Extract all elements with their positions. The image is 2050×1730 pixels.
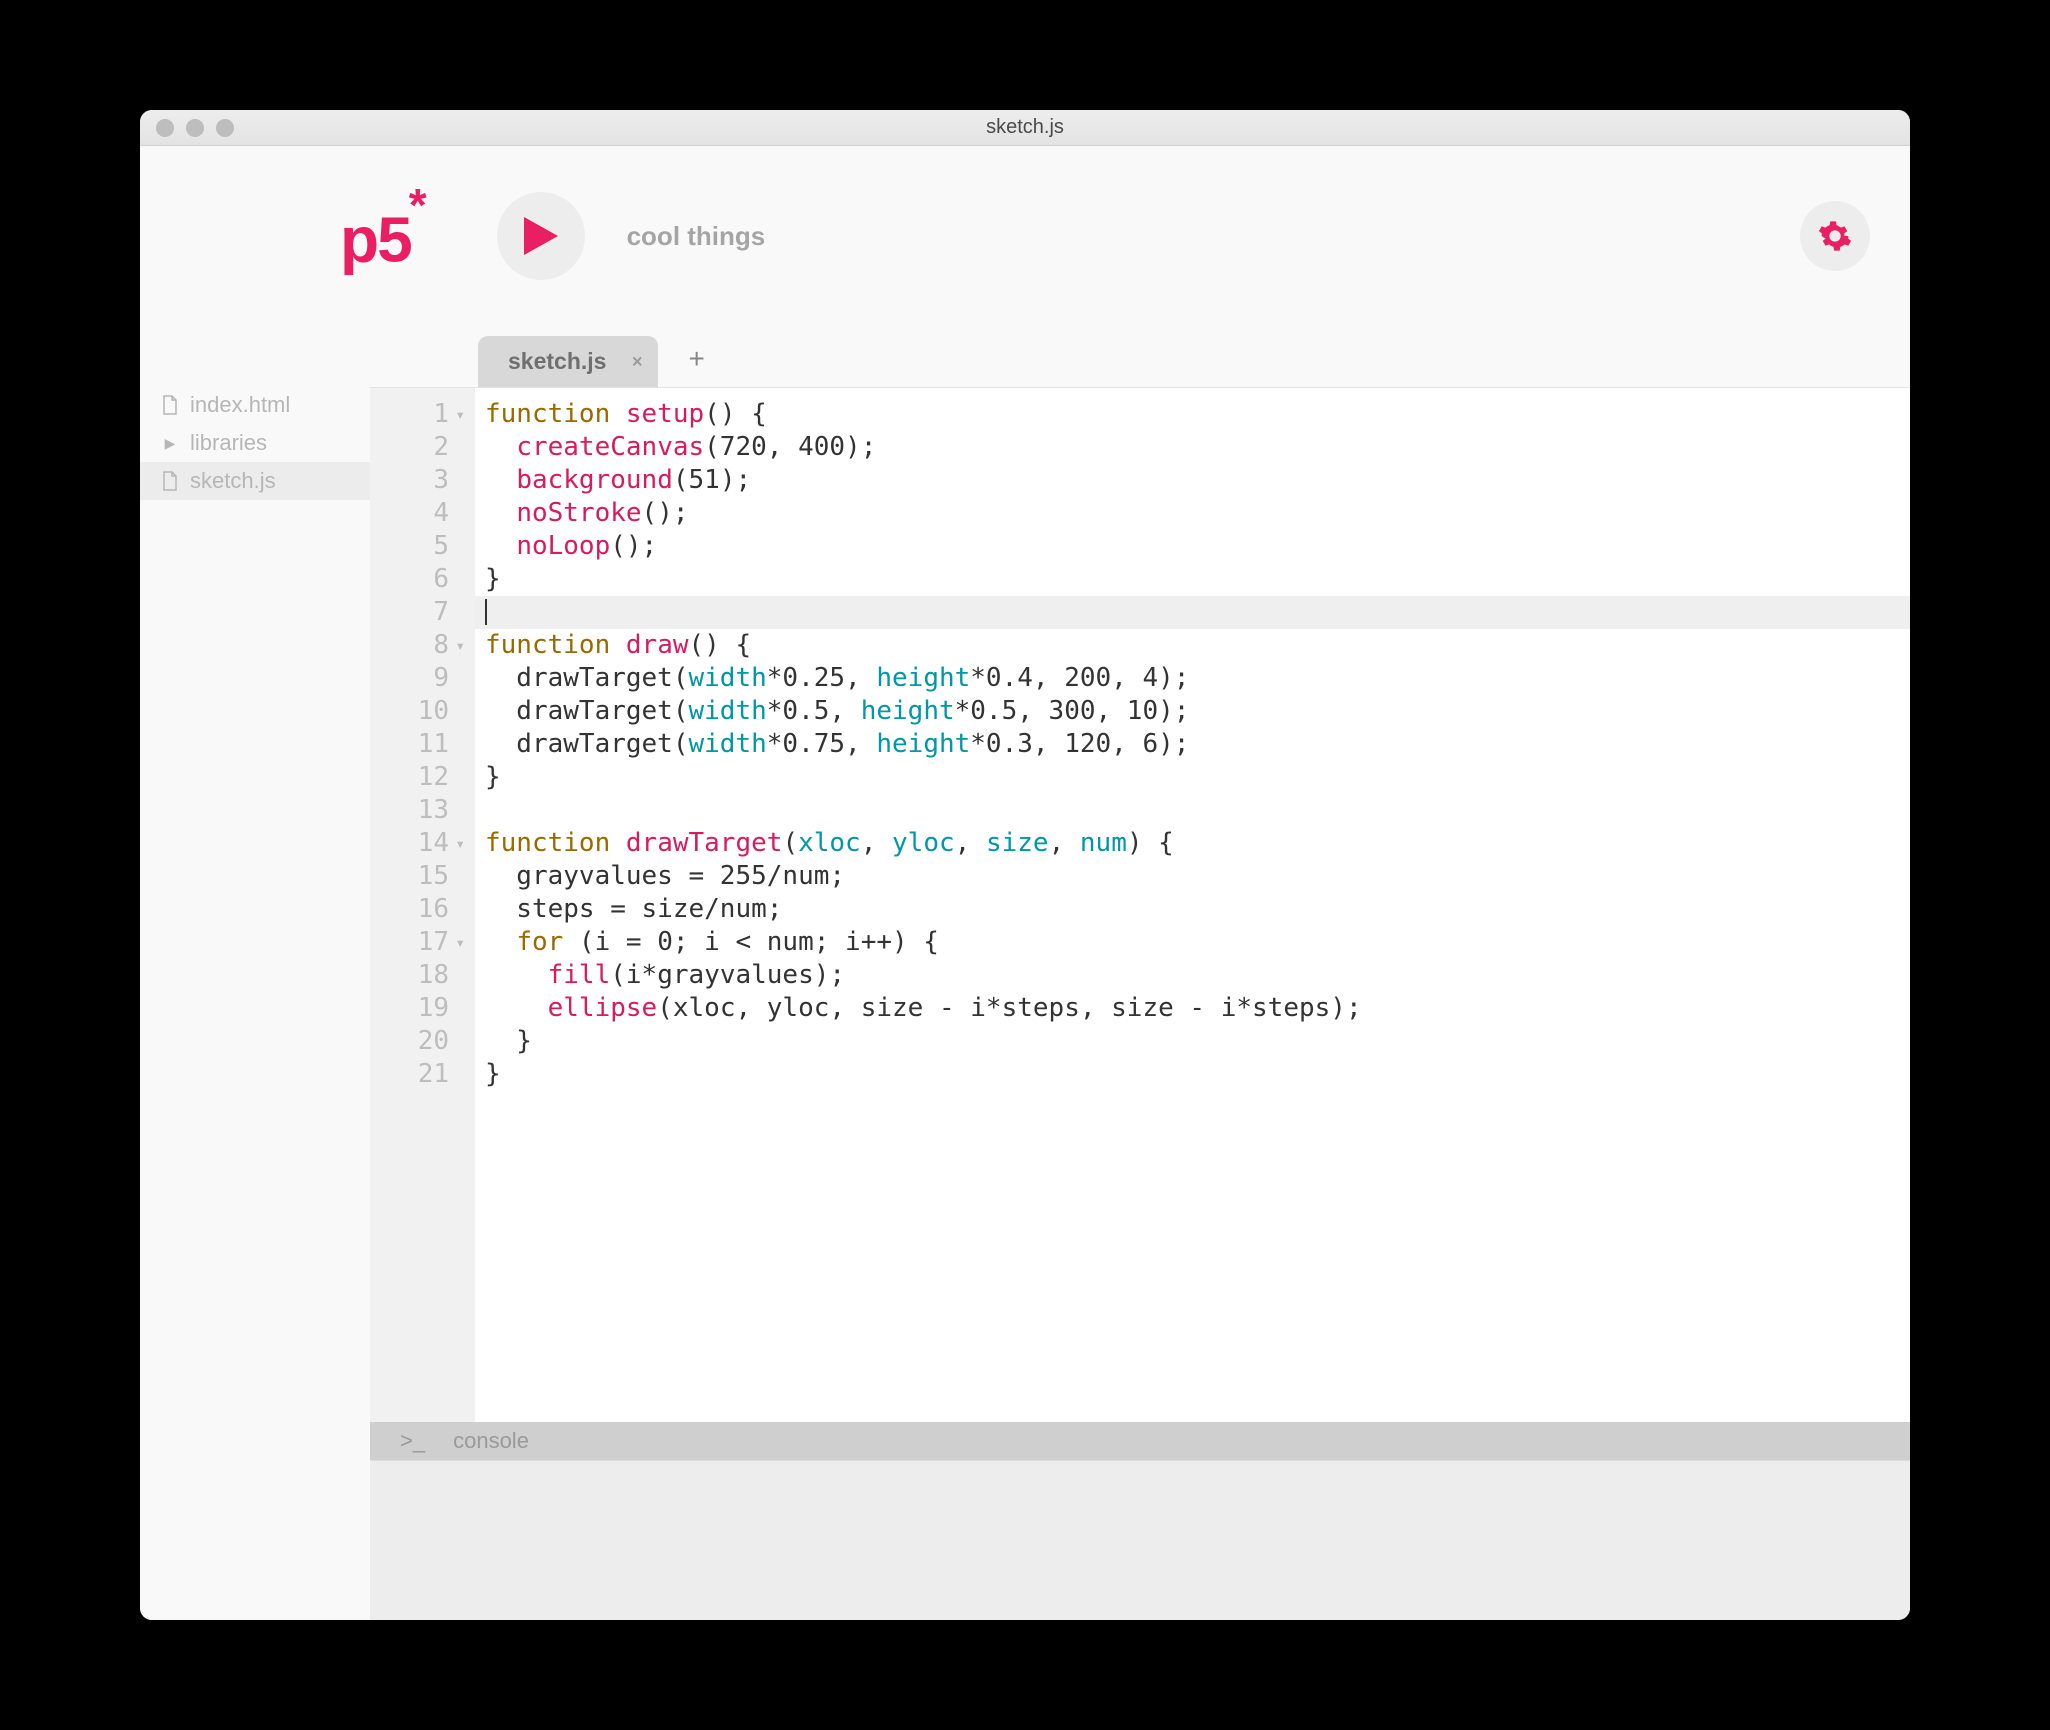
line-number: 4 [394,497,465,530]
line-number: 12 [394,761,465,794]
code-line[interactable]: drawTarget(width*0.25, height*0.4, 200, … [485,662,1910,695]
line-number: 7 [394,596,465,629]
fold-toggle-icon[interactable]: ▾ [453,629,465,662]
fold-toggle-icon[interactable]: ▾ [453,827,465,860]
traffic-lights [140,119,234,137]
line-number: 19 [394,992,465,1025]
play-icon [524,217,558,255]
code-content[interactable]: function setup() { createCanvas(720, 400… [475,388,1910,1422]
file-icon [160,395,180,415]
line-number: 18 [394,959,465,992]
tabs-row: sketch.js × + [370,326,1910,388]
file-tree-item[interactable]: index.html [140,386,370,424]
code-line[interactable]: function draw() { [485,629,1910,662]
code-line[interactable] [475,596,1910,629]
minimize-window-button[interactable] [186,119,204,137]
fold-toggle-icon[interactable]: ▾ [453,398,465,431]
code-line[interactable]: ellipse(xloc, yloc, size - i*steps, size… [485,992,1910,1025]
code-editor[interactable]: 1▾2345678▾91011121314▾151617▾18192021 fu… [370,388,1910,1422]
close-window-button[interactable] [156,119,174,137]
line-number: 15 [394,860,465,893]
line-number: 10 [394,695,465,728]
code-line[interactable]: } [485,1025,1910,1058]
main-body: index.html ▶ libraries sketch.js sketch.js … [140,326,1910,1620]
line-number: 13 [394,794,465,827]
console-label: console [453,1428,529,1454]
line-number: 11 [394,728,465,761]
file-tree-item[interactable]: ▶ libraries [140,424,370,462]
file-tree: index.html ▶ libraries sketch.js [140,386,370,500]
app-window: sketch.js p5* cool things index.html ▶ lib… [140,110,1910,1620]
code-line[interactable]: steps = size/num; [485,893,1910,926]
line-number: 3 [394,464,465,497]
code-line[interactable]: background(51); [485,464,1910,497]
file-sidebar: index.html ▶ libraries sketch.js [140,326,370,1620]
line-number: 6 [394,563,465,596]
run-button[interactable] [497,192,585,280]
console-prompt-icon: >_ [400,1428,425,1454]
code-line[interactable]: grayvalues = 255/num; [485,860,1910,893]
line-number: 1▾ [394,398,465,431]
logo-asterisk: * [409,179,425,231]
editor-pane: sketch.js × + 1▾2345678▾91011121314▾1516… [370,326,1910,1620]
code-line[interactable]: fill(i*grayvalues); [485,959,1910,992]
gear-icon [1818,219,1852,253]
toolbar: p5* cool things [140,146,1910,326]
code-line[interactable]: for (i = 0; i < num; i++) { [485,926,1910,959]
line-number: 2 [394,431,465,464]
code-line[interactable]: function drawTarget(xloc, yloc, size, nu… [485,827,1910,860]
line-number: 17▾ [394,926,465,959]
line-number: 8▾ [394,629,465,662]
file-tree-item-label: sketch.js [190,468,276,494]
tab-sketch-js[interactable]: sketch.js × [478,336,658,387]
folder-icon: ▶ [160,435,180,452]
logo-text: p5 [340,203,411,275]
code-line[interactable]: drawTarget(width*0.75, height*0.3, 120, … [485,728,1910,761]
settings-button[interactable] [1800,201,1870,271]
code-line[interactable]: } [485,1058,1910,1091]
line-number: 16 [394,893,465,926]
line-number: 14▾ [394,827,465,860]
code-line[interactable]: } [485,563,1910,596]
file-tree-item-label: libraries [190,430,267,456]
file-tree-item-label: index.html [190,392,290,418]
line-number-gutter: 1▾2345678▾91011121314▾151617▾18192021 [370,388,475,1422]
console-output[interactable] [370,1460,1910,1620]
new-tab-button[interactable]: + [688,343,704,387]
code-line[interactable]: } [485,761,1910,794]
p5-logo: p5* [340,196,427,276]
code-line[interactable]: noLoop(); [485,530,1910,563]
file-tree-item[interactable]: sketch.js [140,462,370,500]
text-cursor [485,599,487,625]
code-line[interactable]: createCanvas(720, 400); [485,431,1910,464]
code-line[interactable] [485,794,1910,827]
code-line[interactable]: function setup() { [485,398,1910,431]
line-number: 5 [394,530,465,563]
fold-toggle-icon[interactable]: ▾ [453,926,465,959]
tab-label: sketch.js [508,348,606,374]
titlebar: sketch.js [140,110,1910,146]
line-number: 9 [394,662,465,695]
line-number: 20 [394,1025,465,1058]
console-header[interactable]: >_ console [370,1422,1910,1460]
project-name[interactable]: cool things [627,221,766,252]
code-line[interactable]: drawTarget(width*0.5, height*0.5, 300, 1… [485,695,1910,728]
close-tab-icon[interactable]: × [632,351,643,372]
line-number: 21 [394,1058,465,1091]
zoom-window-button[interactable] [216,119,234,137]
window-title: sketch.js [140,116,1910,139]
code-line[interactable]: noStroke(); [485,497,1910,530]
file-icon [160,471,180,491]
